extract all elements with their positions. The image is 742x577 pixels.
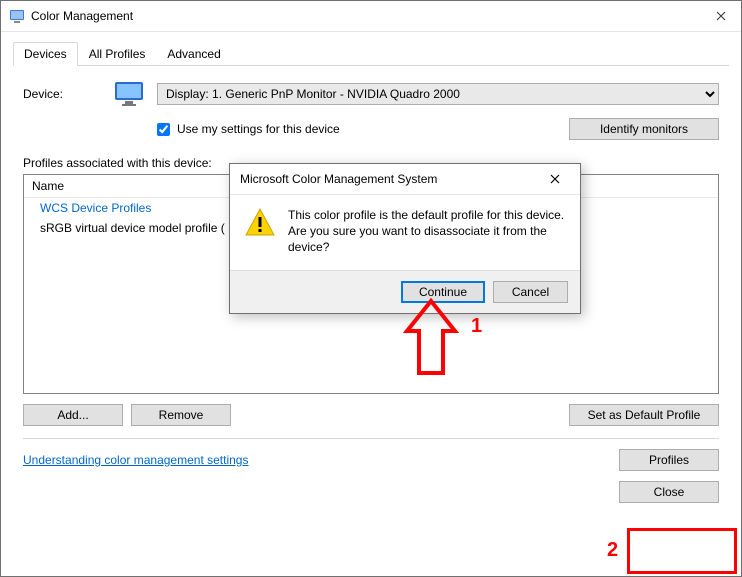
dialog-body: This color profile is the default profil… [230,195,580,270]
footer-row-1: Understanding color management settings … [23,449,719,471]
tab-advanced[interactable]: Advanced [156,42,231,66]
tab-strip: Devices All Profiles Advanced [13,42,729,66]
color-management-window: Color Management Devices All Profiles Ad… [0,0,742,577]
device-label: Device: [23,87,113,101]
annotation-2: 2 [607,539,618,562]
understanding-link[interactable]: Understanding color management settings [23,453,619,467]
footer-row-2: Close [23,481,719,503]
profiles-button-row: Add... Remove Set as Default Profile [23,404,719,426]
dialog-titlebar: Microsoft Color Management System [230,164,580,195]
window-title: Color Management [31,9,701,23]
use-my-settings-text: Use my settings for this device [177,122,340,136]
dialog-buttons: Continue Cancel [230,270,580,313]
window-close-icon[interactable] [701,1,741,31]
device-select[interactable]: Display: 1. Generic PnP Monitor - NVIDIA… [157,83,719,105]
separator [23,438,719,439]
profiles-button[interactable]: Profiles [619,449,719,471]
add-button[interactable]: Add... [23,404,123,426]
warning-icon [244,207,276,239]
continue-button[interactable]: Continue [401,281,485,303]
close-button[interactable]: Close [619,481,719,503]
device-sub-row: Use my settings for this device Identify… [153,118,719,140]
monitor-icon [113,80,149,108]
use-my-settings-checkbox[interactable] [157,123,170,136]
tab-devices[interactable]: Devices [13,42,78,66]
dialog-message: This color profile is the default profil… [288,207,566,256]
confirm-dialog: Microsoft Color Management System This c… [229,163,581,314]
device-row: Device: Display: 1. Generic PnP Monitor … [23,80,719,108]
titlebar: Color Management [1,1,741,32]
tab-all-profiles[interactable]: All Profiles [78,42,157,66]
use-my-settings-label[interactable]: Use my settings for this device [153,120,569,139]
cancel-button[interactable]: Cancel [493,281,568,303]
identify-monitors-button[interactable]: Identify monitors [569,118,719,140]
app-icon [9,8,25,24]
remove-button[interactable]: Remove [131,404,231,426]
set-default-button[interactable]: Set as Default Profile [569,404,719,426]
dialog-close-icon[interactable] [540,172,570,187]
annotation-close-box [627,528,737,574]
dialog-title: Microsoft Color Management System [240,172,540,186]
